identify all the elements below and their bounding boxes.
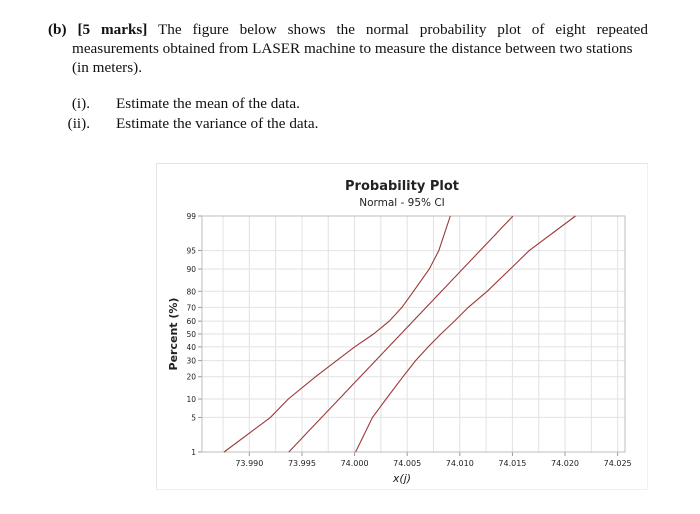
probability-plot-figure: Probability Plot Normal - 95% CI 1 5 10 20 3… xyxy=(156,163,648,490)
x-tick-label: 74.025 xyxy=(604,459,632,468)
chart-title: Probability Plot xyxy=(345,179,459,194)
y-tick-label: 5 xyxy=(191,413,196,422)
y-axis-ticks: 1 5 10 20 30 40 50 60 70 80 90 95 99 xyxy=(186,212,202,457)
grid-lines xyxy=(202,216,625,452)
y-tick-label: 95 xyxy=(186,247,196,256)
y-tick-label: 60 xyxy=(186,317,196,326)
marks-label: [5 marks] xyxy=(77,21,148,38)
y-tick-label: 20 xyxy=(186,373,196,382)
sub-question-text: Estimate the variance of the data. xyxy=(116,115,319,132)
y-tick-label: 80 xyxy=(186,287,196,296)
x-tick-label: 74.010 xyxy=(446,459,474,468)
sub-question-text: Estimate the mean of the data. xyxy=(116,95,300,112)
y-tick-label: 50 xyxy=(186,330,196,339)
y-tick-label: 70 xyxy=(186,303,196,312)
question-line-3: (in meters). xyxy=(72,59,143,76)
question-line-1: (b) [5 marks] The figure below shows the… xyxy=(48,20,648,39)
y-axis-label: Percent (%) xyxy=(167,298,180,371)
x-tick-label: 74.015 xyxy=(498,459,526,468)
y-tick-label: 30 xyxy=(186,357,196,366)
sub-question-number: (ii). xyxy=(67,115,90,132)
x-axis-label: x(j) xyxy=(392,472,411,485)
question-line-2: measurements obtained from LASER machine… xyxy=(72,40,633,57)
x-tick-label: 74.020 xyxy=(551,459,579,468)
question-label: (b) xyxy=(48,21,67,38)
x-tick-label: 73.995 xyxy=(288,459,316,468)
probability-plot-chart: Probability Plot Normal - 95% CI 1 5 10 20 3… xyxy=(167,179,632,485)
chart-subtitle: Normal - 95% CI xyxy=(359,197,445,209)
sub-question-number: (i). xyxy=(71,95,90,112)
x-tick-label: 73.990 xyxy=(235,459,263,468)
y-tick-label: 1 xyxy=(191,448,196,457)
question-text: (b) [5 marks] The figure below shows the… xyxy=(48,20,648,77)
question-line-1-text: The figure below shows the normal probab… xyxy=(157,21,648,38)
y-tick-label: 10 xyxy=(186,395,196,404)
x-tick-label: 74.000 xyxy=(341,459,369,468)
x-axis-ticks: 73.990 73.995 74.000 74.005 74.010 74.015 74.0… xyxy=(235,452,632,468)
y-tick-label: 40 xyxy=(186,343,196,352)
y-tick-label: 90 xyxy=(186,265,196,274)
x-tick-label: 74.005 xyxy=(393,459,421,468)
y-tick-label: 99 xyxy=(186,212,196,221)
